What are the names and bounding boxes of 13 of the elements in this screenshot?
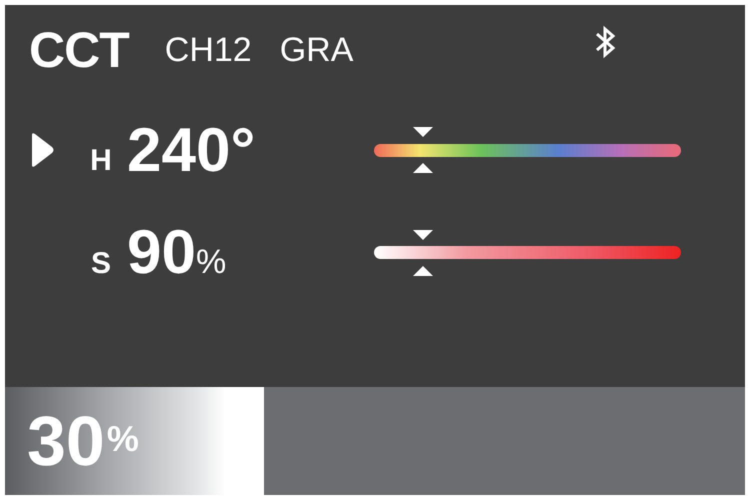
slider-thumb[interactable] (412, 127, 434, 173)
mode-label: CCT (29, 21, 129, 79)
parameter-value: 90% (127, 217, 228, 288)
parameter-label: H (89, 143, 113, 178)
effect-label: GRA (280, 30, 354, 70)
slider-thumb[interactable] (412, 230, 434, 276)
parameter-value: 240° (127, 114, 256, 186)
parameter-label: S (90, 246, 112, 280)
bluetooth-icon (595, 25, 617, 59)
slider[interactable] (374, 230, 681, 276)
channel-label: CH12 (164, 30, 252, 70)
slider[interactable] (374, 127, 681, 173)
brightness-value: 30$^{%}$ (27, 401, 139, 481)
